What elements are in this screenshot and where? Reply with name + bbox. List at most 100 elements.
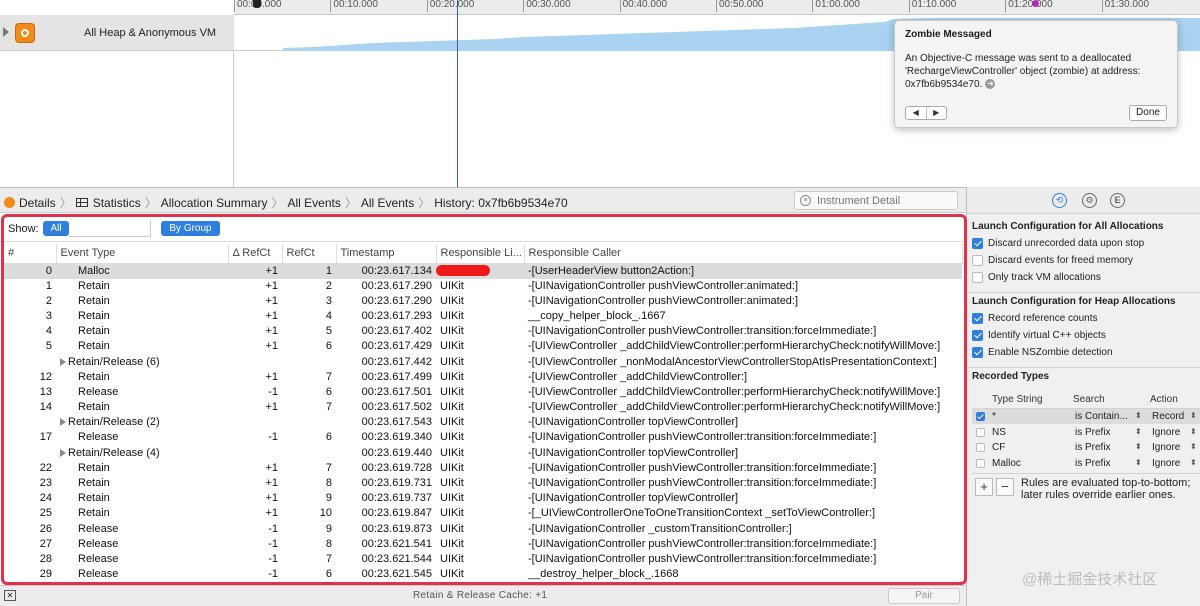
- option-checkbox[interactable]: Enable NSZombie detection: [972, 347, 1113, 358]
- close-panel-icon[interactable]: ✕: [4, 590, 16, 601]
- option-checkbox[interactable]: Identify virtual C++ objects: [972, 330, 1106, 341]
- table-row[interactable]: 13 Release -1 6 00:23.617.501 UIKit -[UIViewCo…: [4, 385, 962, 400]
- crumb-statistics[interactable]: Statistics: [75, 196, 141, 210]
- show-all-button[interactable]: All: [43, 221, 69, 236]
- display-settings-tab-icon[interactable]: ⚙: [1082, 193, 1097, 208]
- recorded-type-row[interactable]: NS is Prefix ⬍ Ignore ⬍: [972, 425, 1200, 440]
- checkbox-icon[interactable]: [976, 412, 985, 421]
- table-row[interactable]: 3 Retain +1 4 00:23.617.293 UIKit __copy_helpe…: [4, 309, 962, 324]
- recorded-type-row[interactable]: CF is Prefix ⬍ Ignore ⬍: [972, 440, 1200, 455]
- zombie-flag-marker[interactable]: [1032, 0, 1039, 7]
- crumb-history[interactable]: History: 0x7fb6b9534e70: [434, 196, 567, 210]
- col-type-string[interactable]: Type String: [992, 394, 1043, 405]
- type-string[interactable]: *: [992, 411, 996, 422]
- playhead-line[interactable]: [457, 0, 458, 187]
- option-checkbox[interactable]: Record reference counts: [972, 313, 1098, 324]
- done-button[interactable]: Done: [1129, 105, 1167, 121]
- table-row[interactable]: 29 Release -1 6 00:23.621.545 UIKit __destroy_…: [4, 567, 962, 582]
- table-row[interactable]: 22 Retain +1 7 00:23.619.728 UIKit -[UINavigat…: [4, 461, 962, 476]
- inspection-head-knob[interactable]: [253, 0, 261, 8]
- disclosure-triangle-icon[interactable]: [60, 357, 66, 366]
- col-action[interactable]: Action: [1150, 394, 1178, 405]
- instrument-detail-input[interactable]: [817, 194, 947, 207]
- rule-action[interactable]: Ignore: [1152, 458, 1180, 469]
- table-row[interactable]: 27 Release -1 8 00:23.621.541 UIKit -[UINaviga…: [4, 537, 962, 552]
- table-row[interactable]: Retain/Release (6) 00:23.617.442 UIKit -[UI…: [4, 354, 962, 369]
- table-row[interactable]: Retain/Release (4) 00:23.619.440 UIKit -[UI…: [4, 446, 962, 461]
- option-checkbox[interactable]: Discard events for freed memory: [972, 255, 1133, 266]
- type-string[interactable]: CF: [992, 442, 1005, 453]
- table-row[interactable]: 23 Retain +1 8 00:23.619.731 UIKit -[UINavigat…: [4, 476, 962, 491]
- search-mode[interactable]: is Prefix: [1075, 442, 1111, 453]
- go-arrow-icon[interactable]: ➜: [985, 79, 996, 90]
- record-settings-tab-icon[interactable]: ⟲: [1052, 193, 1067, 208]
- table-row[interactable]: 12 Retain +1 7 00:23.617.499 UIKit -[UIViewCon…: [4, 370, 962, 385]
- table-row[interactable]: 0 Malloc +1 1 00:23.617.134 -[UserHeaderView …: [4, 263, 962, 279]
- checkbox-icon[interactable]: [972, 313, 983, 324]
- table-row[interactable]: 4 Retain +1 5 00:23.617.402 UIKit -[UINavigati…: [4, 324, 962, 339]
- stepper-icon[interactable]: ⬍: [1190, 458, 1197, 467]
- col-search[interactable]: Search: [1073, 394, 1105, 405]
- stepper-icon[interactable]: ⬍: [1190, 411, 1197, 420]
- crumb-all-events-2[interactable]: All Events: [361, 196, 414, 210]
- col-number[interactable]: #: [4, 244, 57, 264]
- table-row[interactable]: 26 Release -1 9 00:23.619.873 UIKit -[UINaviga…: [4, 522, 962, 537]
- add-rule-button[interactable]: +: [975, 478, 993, 496]
- stepper-icon[interactable]: ⬍: [1190, 442, 1197, 451]
- checkbox-icon[interactable]: [972, 272, 983, 283]
- track-header[interactable]: All Heap & Anonymous VM: [0, 15, 234, 51]
- table-row[interactable]: Retain/Release (2) 00:23.617.543 UIKit -[UI…: [4, 415, 962, 430]
- table-row[interactable]: 28 Release -1 7 00:23.621.544 UIKit -[UINaviga…: [4, 552, 962, 567]
- table-row[interactable]: 25 Retain +1 10 00:23.619.847 UIKit -[_UIViewC…: [4, 506, 962, 521]
- col-timestamp[interactable]: Timestamp: [336, 244, 437, 264]
- option-checkbox[interactable]: Discard unrecorded data upon stop: [972, 238, 1144, 249]
- stepper-icon[interactable]: ⬍: [1135, 442, 1142, 451]
- crumb-allocation-summary[interactable]: Allocation Summary: [161, 196, 268, 210]
- disclosure-triangle-icon[interactable]: [60, 448, 66, 457]
- checkbox-icon[interactable]: [972, 238, 983, 249]
- col-responsible-caller[interactable]: Responsible Caller: [524, 244, 963, 264]
- remove-rule-button[interactable]: −: [996, 478, 1014, 496]
- recorded-type-row[interactable]: * is Contain... ⬍ Record ⬍: [972, 409, 1200, 424]
- crumb-all-events[interactable]: All Events: [287, 196, 340, 210]
- table-row[interactable]: 14 Retain +1 7 00:23.617.502 UIKit -[UIViewCon…: [4, 400, 962, 415]
- stepper-icon[interactable]: ⬍: [1190, 427, 1197, 436]
- search-mode[interactable]: is Prefix: [1075, 458, 1111, 469]
- table-row[interactable]: 17 Release -1 6 00:23.619.340 UIKit -[UINaviga…: [4, 430, 962, 445]
- table-row[interactable]: 24 Retain +1 9 00:23.619.737 UIKit -[UINavigat…: [4, 491, 962, 506]
- checkbox-icon[interactable]: [972, 347, 983, 358]
- table-row[interactable]: 1 Retain +1 2 00:23.617.290 UIKit -[UINavigati…: [4, 279, 962, 294]
- stepper-icon[interactable]: ⬍: [1135, 458, 1142, 467]
- col-event-type[interactable]: Event Type: [56, 244, 229, 264]
- table-row[interactable]: 2 Retain +1 3 00:23.617.290 UIKit -[UINavigati…: [4, 294, 962, 309]
- stepper-icon[interactable]: ⬍: [1135, 427, 1142, 436]
- type-string[interactable]: Malloc: [992, 458, 1021, 469]
- rule-action[interactable]: Record: [1152, 411, 1184, 422]
- search-mode[interactable]: is Contain...: [1075, 411, 1128, 422]
- checkbox-icon[interactable]: [976, 427, 985, 437]
- pair-button[interactable]: Pair: [888, 588, 960, 604]
- checkbox-icon[interactable]: [972, 255, 983, 266]
- checkbox-icon[interactable]: [972, 330, 983, 341]
- timeline-ruler[interactable]: 00:00.00000:10.00000:20.00000:30.00000:4…: [234, 0, 1200, 15]
- disclosure-triangle-icon[interactable]: [3, 27, 9, 37]
- stepper-icon[interactable]: ⬍: [1135, 411, 1142, 420]
- table-row[interactable]: 5 Retain +1 6 00:23.617.429 UIKit -[UIViewCont…: [4, 339, 962, 354]
- instrument-detail-search[interactable]: ≡: [794, 191, 958, 210]
- by-group-button[interactable]: By Group: [161, 221, 220, 236]
- type-string[interactable]: NS: [992, 427, 1006, 438]
- search-mode[interactable]: is Prefix: [1075, 427, 1111, 438]
- checkbox-icon[interactable]: [976, 458, 985, 468]
- rule-action[interactable]: Ignore: [1152, 442, 1180, 453]
- col-responsible-library[interactable]: Responsible Li...: [436, 244, 525, 264]
- rule-action[interactable]: Ignore: [1152, 427, 1180, 438]
- col-delta-refct[interactable]: Δ RefCt: [228, 244, 283, 264]
- col-refct[interactable]: RefCt: [282, 244, 337, 264]
- disclosure-triangle-icon[interactable]: [60, 418, 66, 427]
- prev-button[interactable]: ◀: [906, 107, 927, 119]
- option-checkbox[interactable]: Only track VM allocations: [972, 272, 1101, 283]
- checkbox-icon[interactable]: [976, 443, 985, 452]
- next-button[interactable]: ▶: [927, 107, 947, 119]
- extended-detail-tab-icon[interactable]: E: [1110, 193, 1125, 208]
- crumb-details[interactable]: Details: [4, 196, 56, 210]
